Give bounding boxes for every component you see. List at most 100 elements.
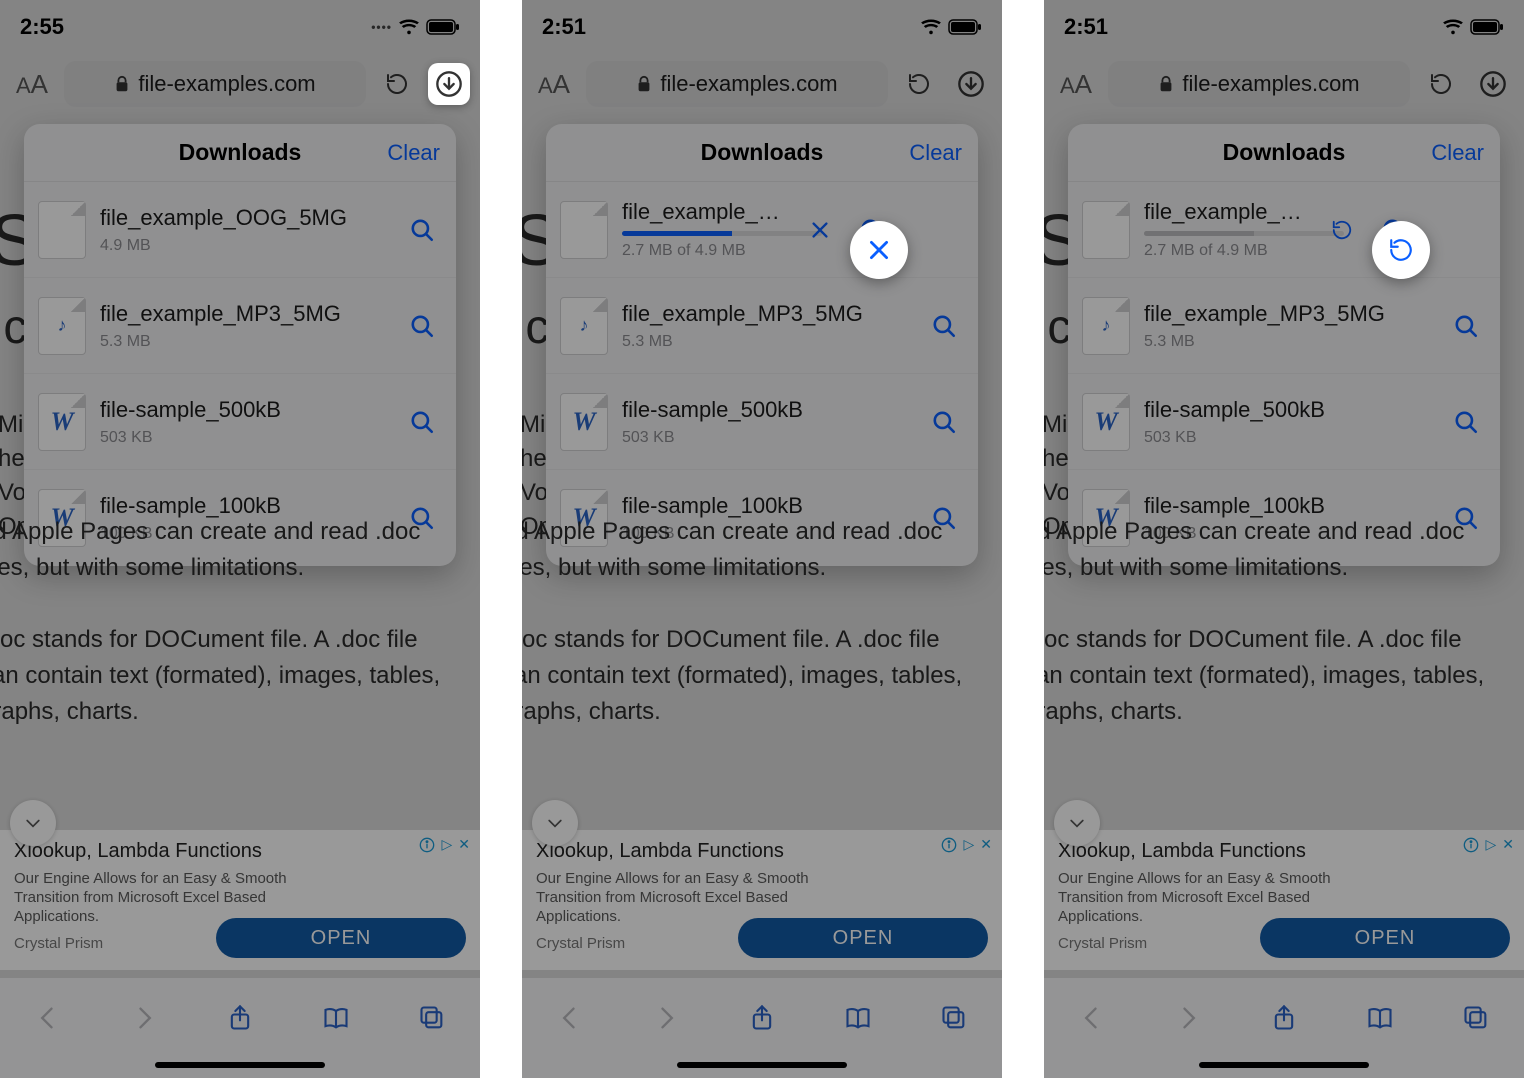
bookmarks-button[interactable]: [314, 996, 358, 1040]
adchoices-icon[interactable]: ▷✕: [419, 836, 470, 853]
tabs-button[interactable]: [932, 996, 976, 1040]
page-body-text: nd Apple Pages can create and read .doc …: [1044, 504, 1516, 740]
bookmarks-button[interactable]: [836, 996, 880, 1040]
file-icon: W: [560, 393, 608, 451]
ad-open-button[interactable]: OPEN: [216, 918, 466, 958]
home-indicator: [1199, 1062, 1369, 1068]
ad-brand: Crystal Prism: [1058, 935, 1147, 952]
download-row[interactable]: ♪ file_example_MP3_5MG 5.3 MB: [1068, 278, 1500, 374]
tabs-button[interactable]: [1454, 996, 1498, 1040]
reveal-in-finder-button[interactable]: [924, 402, 964, 442]
file-icon: ♪: [38, 297, 86, 355]
downloads-button[interactable]: [428, 63, 470, 105]
adchoices-icon[interactable]: ▷✕: [941, 836, 992, 853]
reveal-in-finder-button[interactable]: [402, 306, 442, 346]
tabs-button[interactable]: [410, 996, 454, 1040]
collapse-ad-button[interactable]: [532, 800, 578, 846]
text-size-button[interactable]: AA: [10, 69, 54, 100]
file-icon: W: [1082, 393, 1130, 451]
lock-icon: [636, 75, 652, 93]
download-row[interactable]: W file-sample_500kB 503 KB: [546, 374, 978, 470]
ad-headline: Xlookup, Lambda Functions: [1058, 840, 1510, 863]
back-button[interactable]: [26, 996, 70, 1040]
download-filename: file_example_OOG...: [1144, 199, 1310, 225]
download-row[interactable]: W file-sample_500kB 503 KB: [1068, 374, 1500, 470]
status-time: 2:51: [542, 14, 586, 40]
highlight-retry: [1372, 221, 1430, 279]
back-button[interactable]: [1070, 996, 1114, 1040]
forward-button[interactable]: [1166, 996, 1210, 1040]
address-bar[interactable]: file-examples.com: [1108, 61, 1410, 107]
reload-button[interactable]: [898, 63, 940, 105]
download-size: 5.3 MB: [100, 333, 388, 351]
download-size: 4.9 MB: [100, 237, 388, 255]
download-size: 503 KB: [622, 429, 910, 447]
reveal-in-finder-button[interactable]: [924, 306, 964, 346]
status-time: 2:51: [1064, 14, 1108, 40]
share-button[interactable]: [1262, 996, 1306, 1040]
text-size-button[interactable]: AA: [1054, 69, 1098, 100]
download-progress-text: 2.7 MB of 4.9 MB: [622, 242, 788, 260]
address-bar[interactable]: file-examples.com: [586, 61, 888, 107]
ad-headline: Xlookup, Lambda Functions: [14, 840, 466, 863]
ad-open-button[interactable]: OPEN: [1260, 918, 1510, 958]
battery-icon: [426, 18, 460, 36]
download-filename: file_example_MP3_5MG: [100, 301, 388, 327]
download-filename: file_example_MP3_5MG: [1144, 301, 1432, 327]
download-row[interactable]: ♪ file_example_MP3_5MG 5.3 MB: [24, 278, 456, 374]
ad-open-button[interactable]: OPEN: [738, 918, 988, 958]
clear-downloads-button[interactable]: Clear: [387, 140, 440, 166]
lock-icon: [1158, 75, 1174, 93]
download-row[interactable]: ♪ file_example_MP3_5MG 5.3 MB: [546, 278, 978, 374]
share-button[interactable]: [740, 996, 784, 1040]
download-row[interactable]: file_example_OOG_5MG 4.9 MB: [24, 182, 456, 278]
bookmarks-button[interactable]: [1358, 996, 1402, 1040]
url-host: file-examples.com: [660, 71, 837, 97]
screenshot-pane-2: 2:51 AA file-examples.com S .c MicheVoOp…: [522, 0, 1002, 1078]
download-row[interactable]: W file-sample_500kB 503 KB: [24, 374, 456, 470]
wifi-icon: [920, 18, 942, 36]
clear-downloads-button[interactable]: Clear: [909, 140, 962, 166]
retry-download-button[interactable]: [1324, 212, 1360, 248]
download-row[interactable]: file_example_OOG... 2.7 MB of 4.9 MB: [546, 182, 978, 278]
download-filename: file-sample_500kB: [622, 397, 910, 423]
file-icon: ♪: [1082, 297, 1130, 355]
download-filename: file-sample_500kB: [100, 397, 388, 423]
download-progress: [1144, 231, 1344, 236]
reload-button[interactable]: [1420, 63, 1462, 105]
collapse-ad-button[interactable]: [10, 800, 56, 846]
page-body-text: nd Apple Pages can create and read .doc …: [0, 504, 472, 740]
lock-icon: [114, 75, 130, 93]
ad-headline: Xlookup, Lambda Functions: [536, 840, 988, 863]
reveal-in-finder-button[interactable]: [402, 210, 442, 250]
wifi-icon: [1442, 18, 1464, 36]
ad-brand: Crystal Prism: [536, 935, 625, 952]
adchoices-icon[interactable]: ▷✕: [1463, 836, 1514, 853]
cancel-download-button[interactable]: [802, 212, 838, 248]
clear-downloads-button[interactable]: Clear: [1431, 140, 1484, 166]
back-button[interactable]: [548, 996, 592, 1040]
forward-button[interactable]: [644, 996, 688, 1040]
ad-banner[interactable]: ▷✕ Xlookup, Lambda Functions Our Engine …: [1044, 830, 1524, 970]
ad-banner[interactable]: ▷✕ Xlookup, Lambda Functions Our Engine …: [0, 830, 480, 970]
download-progress: [622, 231, 822, 236]
address-bar[interactable]: file-examples.com: [64, 61, 366, 107]
forward-button[interactable]: [122, 996, 166, 1040]
downloads-title: Downloads: [179, 139, 302, 166]
battery-icon: [1470, 18, 1504, 36]
downloads-button[interactable]: [950, 63, 992, 105]
reload-button[interactable]: [376, 63, 418, 105]
downloads-title: Downloads: [1223, 139, 1346, 166]
highlight-cancel: [850, 221, 908, 279]
collapse-ad-button[interactable]: [1054, 800, 1100, 846]
downloads-button[interactable]: [1472, 63, 1514, 105]
download-row[interactable]: file_example_OOG... 2.7 MB of 4.9 MB: [1068, 182, 1500, 278]
ad-banner[interactable]: ▷✕ Xlookup, Lambda Functions Our Engine …: [522, 830, 1002, 970]
home-indicator: [155, 1062, 325, 1068]
text-size-button[interactable]: AA: [532, 69, 576, 100]
reveal-in-finder-button[interactable]: [1446, 402, 1486, 442]
file-icon: [38, 201, 86, 259]
share-button[interactable]: [218, 996, 262, 1040]
reveal-in-finder-button[interactable]: [402, 402, 442, 442]
reveal-in-finder-button[interactable]: [1446, 306, 1486, 346]
